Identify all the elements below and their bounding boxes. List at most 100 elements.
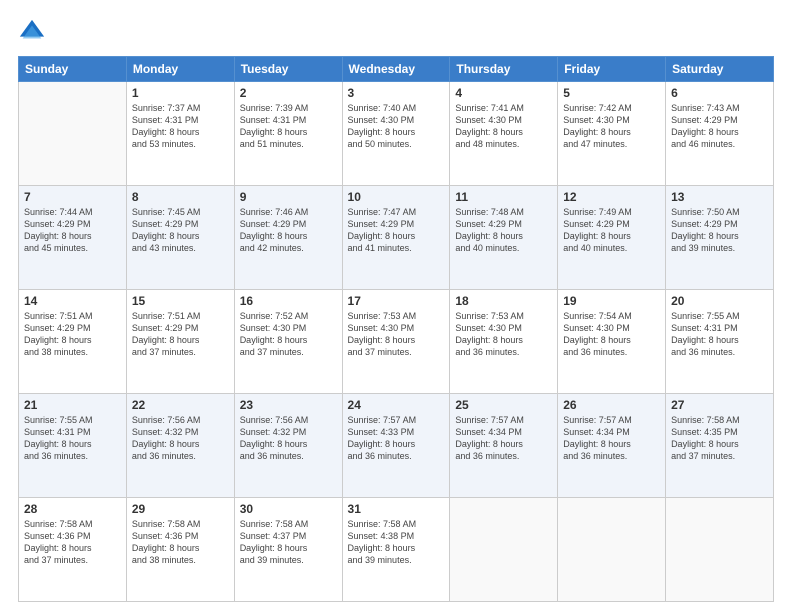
day-info: Sunrise: 7:51 AM Sunset: 4:29 PM Dayligh… (24, 310, 121, 359)
day-number: 27 (671, 398, 768, 412)
day-number: 8 (132, 190, 229, 204)
day-number: 3 (348, 86, 445, 100)
calendar-cell: 26 Sunrise: 7:57 AM Sunset: 4:34 PM Dayli… (558, 394, 666, 498)
day-number: 16 (240, 294, 337, 308)
day-info: Sunrise: 7:58 AM Sunset: 4:37 PM Dayligh… (240, 518, 337, 567)
day-info: Sunrise: 7:43 AM Sunset: 4:29 PM Dayligh… (671, 102, 768, 151)
calendar-cell (19, 82, 127, 186)
calendar-day-header: Sunday (19, 57, 127, 82)
calendar-cell: 3 Sunrise: 7:40 AM Sunset: 4:30 PM Daylig… (342, 82, 450, 186)
day-info: Sunrise: 7:56 AM Sunset: 4:32 PM Dayligh… (240, 414, 337, 463)
calendar-cell: 22 Sunrise: 7:56 AM Sunset: 4:32 PM Dayli… (126, 394, 234, 498)
day-info: Sunrise: 7:57 AM Sunset: 4:33 PM Dayligh… (348, 414, 445, 463)
day-number: 12 (563, 190, 660, 204)
day-info: Sunrise: 7:56 AM Sunset: 4:32 PM Dayligh… (132, 414, 229, 463)
day-info: Sunrise: 7:51 AM Sunset: 4:29 PM Dayligh… (132, 310, 229, 359)
day-info: Sunrise: 7:57 AM Sunset: 4:34 PM Dayligh… (563, 414, 660, 463)
calendar-cell: 14 Sunrise: 7:51 AM Sunset: 4:29 PM Dayli… (19, 290, 127, 394)
day-number: 5 (563, 86, 660, 100)
day-info: Sunrise: 7:47 AM Sunset: 4:29 PM Dayligh… (348, 206, 445, 255)
calendar-cell: 5 Sunrise: 7:42 AM Sunset: 4:30 PM Daylig… (558, 82, 666, 186)
day-info: Sunrise: 7:54 AM Sunset: 4:30 PM Dayligh… (563, 310, 660, 359)
calendar-day-header: Tuesday (234, 57, 342, 82)
calendar-cell: 9 Sunrise: 7:46 AM Sunset: 4:29 PM Daylig… (234, 186, 342, 290)
day-number: 22 (132, 398, 229, 412)
day-info: Sunrise: 7:57 AM Sunset: 4:34 PM Dayligh… (455, 414, 552, 463)
day-number: 2 (240, 86, 337, 100)
day-number: 25 (455, 398, 552, 412)
header (18, 18, 774, 46)
day-number: 13 (671, 190, 768, 204)
day-info: Sunrise: 7:49 AM Sunset: 4:29 PM Dayligh… (563, 206, 660, 255)
calendar-cell: 18 Sunrise: 7:53 AM Sunset: 4:30 PM Dayli… (450, 290, 558, 394)
calendar-cell: 12 Sunrise: 7:49 AM Sunset: 4:29 PM Dayli… (558, 186, 666, 290)
calendar-cell: 19 Sunrise: 7:54 AM Sunset: 4:30 PM Dayli… (558, 290, 666, 394)
day-number: 19 (563, 294, 660, 308)
calendar-week-row: 21Sunrise: 7:55 AM Sunset: 4:31 PM Dayli… (19, 394, 774, 498)
calendar-cell: 28Sunrise: 7:58 AM Sunset: 4:36 PM Dayli… (19, 498, 127, 602)
calendar-cell: 1 Sunrise: 7:37 AM Sunset: 4:31 PM Daylig… (126, 82, 234, 186)
calendar-cell: 21Sunrise: 7:55 AM Sunset: 4:31 PM Dayli… (19, 394, 127, 498)
calendar-cell: 23 Sunrise: 7:56 AM Sunset: 4:32 PM Dayli… (234, 394, 342, 498)
day-info: Sunrise: 7:44 AM Sunset: 4:29 PM Dayligh… (24, 206, 121, 255)
calendar-cell: 7Sunrise: 7:44 AM Sunset: 4:29 PM Daylig… (19, 186, 127, 290)
calendar-header-row: SundayMondayTuesdayWednesdayThursdayFrid… (19, 57, 774, 82)
day-number: 6 (671, 86, 768, 100)
calendar-cell: 29Sunrise: 7:58 AM Sunset: 4:36 PM Dayli… (126, 498, 234, 602)
calendar-table: SundayMondayTuesdayWednesdayThursdayFrid… (18, 56, 774, 602)
calendar-week-row: 14 Sunrise: 7:51 AM Sunset: 4:29 PM Dayli… (19, 290, 774, 394)
calendar-cell: 4 Sunrise: 7:41 AM Sunset: 4:30 PM Daylig… (450, 82, 558, 186)
day-info: Sunrise: 7:46 AM Sunset: 4:29 PM Dayligh… (240, 206, 337, 255)
day-info: Sunrise: 7:40 AM Sunset: 4:30 PM Dayligh… (348, 102, 445, 151)
day-info: Sunrise: 7:53 AM Sunset: 4:30 PM Dayligh… (348, 310, 445, 359)
day-info: Sunrise: 7:45 AM Sunset: 4:29 PM Dayligh… (132, 206, 229, 255)
day-number: 29 (132, 502, 229, 516)
day-number: 24 (348, 398, 445, 412)
calendar-cell: 24 Sunrise: 7:57 AM Sunset: 4:33 PM Dayli… (342, 394, 450, 498)
day-info: Sunrise: 7:42 AM Sunset: 4:30 PM Dayligh… (563, 102, 660, 151)
calendar-cell: 17 Sunrise: 7:53 AM Sunset: 4:30 PM Dayli… (342, 290, 450, 394)
day-number: 26 (563, 398, 660, 412)
day-info: Sunrise: 7:39 AM Sunset: 4:31 PM Dayligh… (240, 102, 337, 151)
calendar-week-row: 28Sunrise: 7:58 AM Sunset: 4:36 PM Dayli… (19, 498, 774, 602)
day-info: Sunrise: 7:58 AM Sunset: 4:35 PM Dayligh… (671, 414, 768, 463)
day-number: 9 (240, 190, 337, 204)
calendar-day-header: Wednesday (342, 57, 450, 82)
calendar-cell: 16Sunrise: 7:52 AM Sunset: 4:30 PM Dayli… (234, 290, 342, 394)
day-info: Sunrise: 7:48 AM Sunset: 4:29 PM Dayligh… (455, 206, 552, 255)
day-number: 18 (455, 294, 552, 308)
day-info: Sunrise: 7:58 AM Sunset: 4:36 PM Dayligh… (24, 518, 121, 567)
day-number: 11 (455, 190, 552, 204)
day-info: Sunrise: 7:41 AM Sunset: 4:30 PM Dayligh… (455, 102, 552, 151)
day-info: Sunrise: 7:37 AM Sunset: 4:31 PM Dayligh… (132, 102, 229, 151)
page: SundayMondayTuesdayWednesdayThursdayFrid… (0, 0, 792, 612)
calendar-cell: 8 Sunrise: 7:45 AM Sunset: 4:29 PM Daylig… (126, 186, 234, 290)
day-number: 10 (348, 190, 445, 204)
calendar-day-header: Saturday (666, 57, 774, 82)
day-number: 20 (671, 294, 768, 308)
calendar-week-row: 7Sunrise: 7:44 AM Sunset: 4:29 PM Daylig… (19, 186, 774, 290)
day-number: 23 (240, 398, 337, 412)
day-info: Sunrise: 7:53 AM Sunset: 4:30 PM Dayligh… (455, 310, 552, 359)
day-number: 14 (24, 294, 121, 308)
day-number: 21 (24, 398, 121, 412)
calendar-cell: 10 Sunrise: 7:47 AM Sunset: 4:29 PM Dayli… (342, 186, 450, 290)
calendar-day-header: Thursday (450, 57, 558, 82)
day-number: 1 (132, 86, 229, 100)
calendar-cell: 6 Sunrise: 7:43 AM Sunset: 4:29 PM Daylig… (666, 82, 774, 186)
day-number: 15 (132, 294, 229, 308)
calendar-week-row: 1 Sunrise: 7:37 AM Sunset: 4:31 PM Daylig… (19, 82, 774, 186)
day-number: 4 (455, 86, 552, 100)
day-info: Sunrise: 7:58 AM Sunset: 4:38 PM Dayligh… (348, 518, 445, 567)
calendar-day-header: Monday (126, 57, 234, 82)
logo (18, 18, 50, 46)
day-number: 17 (348, 294, 445, 308)
calendar-day-header: Friday (558, 57, 666, 82)
day-number: 31 (348, 502, 445, 516)
day-info: Sunrise: 7:50 AM Sunset: 4:29 PM Dayligh… (671, 206, 768, 255)
calendar-cell (450, 498, 558, 602)
calendar-cell: 25 Sunrise: 7:57 AM Sunset: 4:34 PM Dayli… (450, 394, 558, 498)
calendar-cell: 20Sunrise: 7:55 AM Sunset: 4:31 PM Dayli… (666, 290, 774, 394)
calendar-cell: 31 Sunrise: 7:58 AM Sunset: 4:38 PM Dayli… (342, 498, 450, 602)
logo-icon (18, 18, 46, 46)
